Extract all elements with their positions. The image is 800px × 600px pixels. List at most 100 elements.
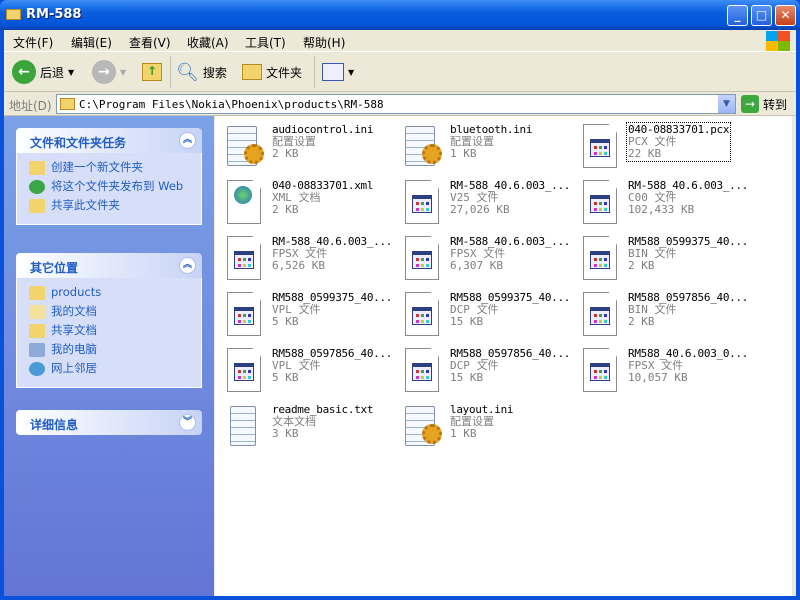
folder-icon [60, 98, 75, 110]
place-my-documents[interactable]: 我的文档 [29, 305, 201, 319]
panel-title: 其它位置 [30, 261, 79, 275]
folders-button[interactable]: 文件夹 [242, 60, 302, 84]
views-button[interactable]: ▼ [322, 60, 354, 84]
file-size: 2 KB [628, 315, 655, 328]
generic-file-icon [580, 178, 618, 224]
panel-title: 文件和文件夹任务 [30, 136, 127, 150]
place-products[interactable]: products [29, 286, 201, 300]
go-arrow-icon: → [741, 95, 759, 113]
up-folder-icon: ↑ [142, 63, 162, 81]
generic-file-icon [224, 290, 262, 336]
forward-button[interactable]: → ▼ [92, 60, 126, 84]
address-input[interactable]: C:\Program Files\Nokia\Phoenix\products\… [56, 94, 736, 114]
up-folder-button[interactable]: ↑ [142, 60, 162, 84]
expand-icon[interactable]: ︾ [179, 414, 196, 431]
menu-edit[interactable]: 编辑(E) [71, 34, 112, 51]
file-size: 6,307 KB [450, 259, 503, 272]
file-item[interactable]: RM588_0597856_40... DCP 文件 15 KB [398, 344, 573, 398]
place-label: 网上邻居 [51, 361, 97, 375]
file-size: 6,526 KB [272, 259, 325, 272]
ini-file-icon [224, 122, 264, 168]
minimize-button[interactable]: _ [727, 5, 748, 26]
file-size: 2 KB [628, 259, 655, 272]
title-bar: RM-588 _ □ ✕ [0, 0, 800, 30]
file-item[interactable]: audiocontrol.ini 配置设置 2 KB [220, 120, 395, 174]
file-item[interactable]: 040-08833701.pcx PCX 文件 22 KB [576, 120, 751, 174]
menu-bar: 文件(F) 编辑(E) 查看(V) 收藏(A) 工具(T) 帮助(H) [4, 30, 796, 52]
file-item[interactable]: RM-588_40.6.003_... FPSX 文件 6,526 KB [220, 232, 395, 286]
ini-file-icon [402, 402, 442, 448]
maximize-button[interactable]: □ [751, 5, 772, 26]
place-label: products [51, 285, 102, 299]
address-dropdown-button[interactable]: ▼ [718, 95, 735, 113]
search-button[interactable]: 🔍︎ 搜索 [176, 60, 227, 84]
file-size: 1 KB [450, 427, 477, 440]
task-share-folder[interactable]: 共享此文件夹 [29, 199, 201, 213]
other-places-panel: 其它位置 ︽ products 我的文档 共享文档 我的电脑 网上邻居 [16, 253, 202, 388]
file-size: 1 KB [450, 147, 477, 160]
panel-header[interactable]: 详细信息 ︾ [16, 410, 202, 435]
task-publish-web[interactable]: 将这个文件夹发布到 Web [29, 180, 201, 194]
computer-icon [29, 343, 45, 357]
file-size: 27,026 KB [450, 203, 510, 216]
generic-file-icon [402, 178, 440, 224]
network-icon [29, 362, 45, 376]
file-item[interactable]: layout.ini 配置设置 1 KB [398, 400, 573, 454]
place-label: 共享文档 [51, 323, 97, 337]
generic-file-icon [402, 234, 440, 280]
file-item[interactable]: RM-588_40.6.003_... FPSX 文件 6,307 KB [398, 232, 573, 286]
file-item[interactable]: RM588_0599375_40... BIN 文件 2 KB [576, 232, 751, 286]
menu-file[interactable]: 文件(F) [13, 34, 53, 51]
task-new-folder[interactable]: 创建一个新文件夹 [29, 161, 201, 175]
panel-header[interactable]: 其它位置 ︽ [16, 253, 202, 278]
file-item[interactable]: RM588_0599375_40... DCP 文件 15 KB [398, 288, 573, 342]
file-item[interactable]: readme_basic.txt 文本文档 3 KB [220, 400, 395, 454]
file-item[interactable]: 040-08833701.xml XML 文档 2 KB [220, 176, 395, 230]
generic-file-icon [402, 346, 440, 392]
file-item[interactable]: RM-588_40.6.003_... V25 文件 27,026 KB [398, 176, 573, 230]
file-size: 15 KB [450, 371, 484, 384]
file-item[interactable]: RM588_40.6.003_0... FPSX 文件 10,057 KB [576, 344, 751, 398]
task-label: 共享此文件夹 [51, 198, 120, 212]
windows-logo-icon [766, 31, 790, 51]
generic-file-icon [580, 234, 618, 280]
file-item[interactable]: bluetooth.ini 配置设置 1 KB [398, 120, 573, 174]
menu-view[interactable]: 查看(V) [129, 34, 171, 51]
file-item[interactable]: RM588_0597856_40... BIN 文件 2 KB [576, 288, 751, 342]
go-button[interactable]: → 转到 [741, 95, 787, 113]
collapse-icon[interactable]: ︽ [179, 257, 196, 274]
back-button[interactable]: ← 后退 ▼ [12, 60, 74, 84]
views-icon [322, 63, 344, 81]
menu-help[interactable]: 帮助(H) [303, 34, 345, 51]
file-item[interactable]: RM-588_40.6.003_... C00 文件 102,433 KB [576, 176, 751, 230]
task-label: 将这个文件夹发布到 Web [51, 179, 184, 193]
forward-arrow-icon: → [92, 60, 116, 84]
collapse-icon[interactable]: ︽ [179, 132, 196, 149]
panel-header[interactable]: 文件和文件夹任务 ︽ [16, 128, 202, 153]
generic-file-icon [580, 122, 618, 168]
file-size: 5 KB [272, 315, 299, 328]
generic-file-icon [580, 346, 618, 392]
file-item[interactable]: RM588_0597856_40... VPL 文件 5 KB [220, 344, 395, 398]
search-label: 搜索 [202, 65, 227, 80]
menu-tools[interactable]: 工具(T) [245, 34, 286, 51]
place-network[interactable]: 网上邻居 [29, 362, 201, 376]
close-button[interactable]: ✕ [775, 5, 796, 26]
menu-favorites[interactable]: 收藏(A) [187, 34, 229, 51]
place-shared-documents[interactable]: 共享文档 [29, 324, 201, 338]
file-size: 10,057 KB [628, 371, 688, 384]
generic-file-icon [224, 234, 262, 280]
file-item[interactable]: RM588_0599375_40... VPL 文件 5 KB [220, 288, 395, 342]
window-title: RM-588 [26, 7, 82, 22]
address-path: C:\Program Files\Nokia\Phoenix\products\… [79, 98, 384, 111]
txt-file-icon [224, 402, 262, 448]
place-my-computer[interactable]: 我的电脑 [29, 343, 201, 357]
file-size: 5 KB [272, 371, 299, 384]
generic-file-icon [224, 346, 262, 392]
file-size: 15 KB [450, 315, 484, 328]
generic-file-icon [402, 290, 440, 336]
search-icon: 🔍︎ [176, 61, 199, 83]
back-label: 后退 [40, 65, 65, 80]
file-size: 102,433 KB [628, 203, 695, 216]
details-panel: 详细信息 ︾ [16, 410, 202, 435]
